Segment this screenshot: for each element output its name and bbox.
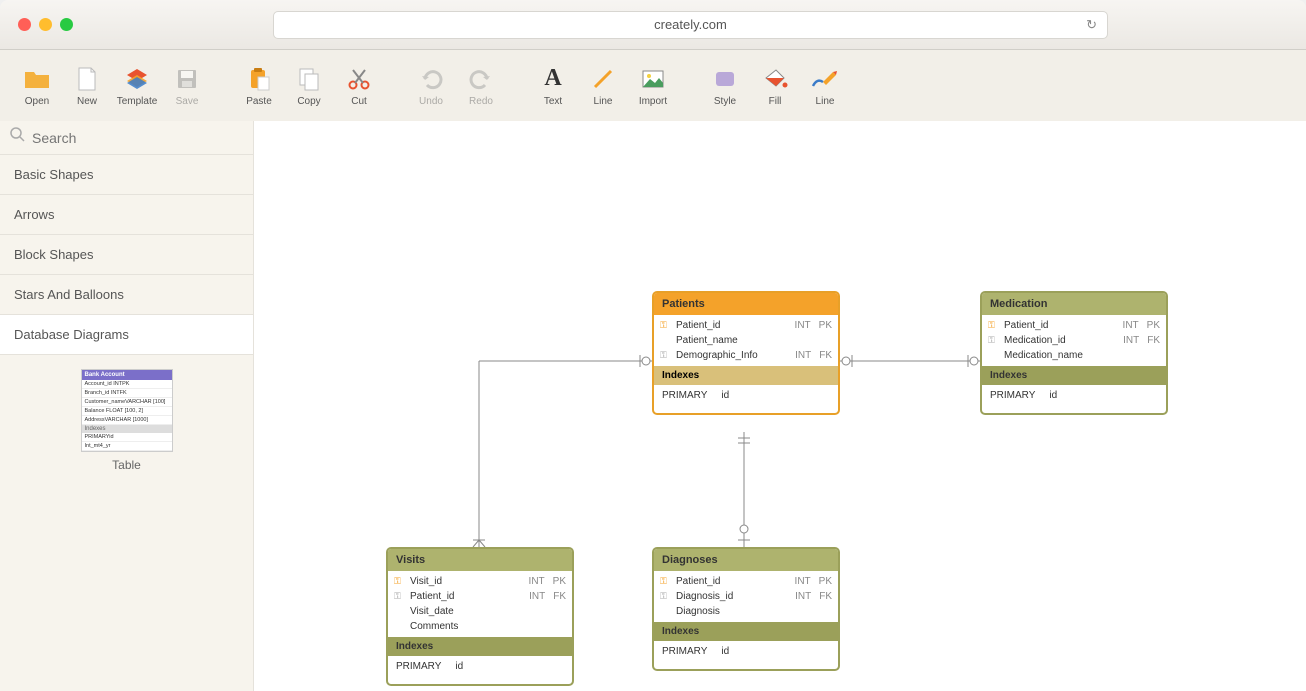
key-icon: ⚿: [660, 576, 670, 587]
cut-icon: [345, 65, 373, 93]
key-icon: ⚿: [394, 576, 404, 587]
table-section: Indexes: [982, 366, 1166, 385]
table-section: Indexes: [654, 622, 838, 641]
import-icon: [639, 65, 667, 93]
save-icon: [173, 65, 201, 93]
table-title: Medication: [982, 293, 1166, 315]
sidebar-item-stars-balloons[interactable]: Stars And Balloons: [0, 275, 253, 315]
table-row: Comments: [388, 619, 572, 634]
text-icon: A: [539, 65, 567, 93]
line-tool-button[interactable]: Line: [578, 58, 628, 113]
table-title: Patients: [654, 293, 838, 315]
table-row: ⚿Patient_idINTFK: [388, 589, 572, 604]
table-shape-preview[interactable]: Bank Account Account_id INTPK Branch_id …: [81, 369, 173, 452]
table-index: PRIMARYid: [654, 385, 838, 413]
folder-icon: [23, 65, 51, 93]
search-row: [0, 121, 253, 155]
search-icon: [10, 127, 26, 148]
shape-panel: Bank Account Account_id INTPK Branch_id …: [0, 355, 253, 486]
toolbar: Open New Template Save Paste C: [0, 50, 1306, 121]
template-button[interactable]: Template: [112, 58, 162, 113]
table-visits[interactable]: Visits ⚿Visit_idINTPK ⚿Patient_idINTFK V…: [386, 547, 574, 686]
table-section: Indexes: [388, 637, 572, 656]
table-index: PRIMARYid: [982, 385, 1166, 413]
key-icon: ⚿: [988, 335, 998, 346]
close-window-icon[interactable]: [18, 18, 31, 31]
url-text: creately.com: [654, 17, 727, 32]
browser-chrome: creately.com ↻: [0, 0, 1306, 50]
table-index: PRIMARYid: [654, 641, 838, 669]
redo-button[interactable]: Redo: [456, 58, 506, 113]
shape-label: Table: [112, 458, 141, 472]
line-style-button[interactable]: Line: [800, 58, 850, 113]
table-diagnoses[interactable]: Diagnoses ⚿Patient_idINTPK ⚿Diagnosis_id…: [652, 547, 840, 671]
sidebar: Basic Shapes Arrows Block Shapes Stars A…: [0, 121, 254, 691]
table-row: ⚿Patient_idINTPK: [982, 318, 1166, 333]
table-row: Visit_date: [388, 604, 572, 619]
new-file-icon: [73, 65, 101, 93]
table-section: Indexes: [654, 366, 838, 385]
undo-icon: [417, 65, 445, 93]
table-medication[interactable]: Medication ⚿Patient_idINTPK ⚿Medication_…: [980, 291, 1168, 415]
table-title: Visits: [388, 549, 572, 571]
import-button[interactable]: Import: [628, 58, 678, 113]
key-icon: ⚿: [394, 591, 404, 602]
table-row: ⚿Visit_idINTPK: [388, 574, 572, 589]
search-input[interactable]: [32, 130, 243, 146]
text-tool-button[interactable]: A Text: [528, 58, 578, 113]
style-button[interactable]: Style: [700, 58, 750, 113]
canvas[interactable]: Patients ⚿Patient_idINTPK Patient_name ⚿…: [254, 121, 1306, 691]
paste-button[interactable]: Paste: [234, 58, 284, 113]
copy-button[interactable]: Copy: [284, 58, 334, 113]
key-icon: ⚿: [660, 591, 670, 602]
sidebar-item-arrows[interactable]: Arrows: [0, 195, 253, 235]
table-row: Medication_name: [982, 348, 1166, 363]
table-row: Patient_name: [654, 333, 838, 348]
traffic-lights: [18, 18, 73, 31]
fill-icon: [761, 65, 789, 93]
table-title: Diagnoses: [654, 549, 838, 571]
cut-button[interactable]: Cut: [334, 58, 384, 113]
key-icon: ⚿: [660, 320, 670, 331]
table-row: Diagnosis: [654, 604, 838, 619]
key-icon: ⚿: [988, 320, 998, 331]
key-icon: ⚿: [660, 350, 670, 361]
pencil-line-icon: [811, 65, 839, 93]
table-patients[interactable]: Patients ⚿Patient_idINTPK Patient_name ⚿…: [652, 291, 840, 415]
open-button[interactable]: Open: [12, 58, 62, 113]
line-icon: [589, 65, 617, 93]
sidebar-item-block-shapes[interactable]: Block Shapes: [0, 235, 253, 275]
redo-icon: [467, 65, 495, 93]
style-icon: [711, 65, 739, 93]
table-row: ⚿Patient_idINTPK: [654, 574, 838, 589]
minimize-window-icon[interactable]: [39, 18, 52, 31]
table-row: ⚿Patient_idINTPK: [654, 318, 838, 333]
url-bar[interactable]: creately.com ↻: [273, 11, 1108, 39]
reload-icon[interactable]: ↻: [1086, 17, 1097, 33]
new-button[interactable]: New: [62, 58, 112, 113]
table-row: ⚿Diagnosis_idINTFK: [654, 589, 838, 604]
maximize-window-icon[interactable]: [60, 18, 73, 31]
sidebar-item-basic-shapes[interactable]: Basic Shapes: [0, 155, 253, 195]
copy-icon: [295, 65, 323, 93]
table-row: ⚿Demographic_InfoINTFK: [654, 348, 838, 363]
paste-icon: [245, 65, 273, 93]
template-icon: [123, 65, 151, 93]
table-row: ⚿Medication_idINTFK: [982, 333, 1166, 348]
fill-button[interactable]: Fill: [750, 58, 800, 113]
sidebar-item-database-diagrams[interactable]: Database Diagrams: [0, 315, 253, 355]
save-button[interactable]: Save: [162, 58, 212, 113]
undo-button[interactable]: Undo: [406, 58, 456, 113]
table-index: PRIMARYid: [388, 656, 572, 684]
